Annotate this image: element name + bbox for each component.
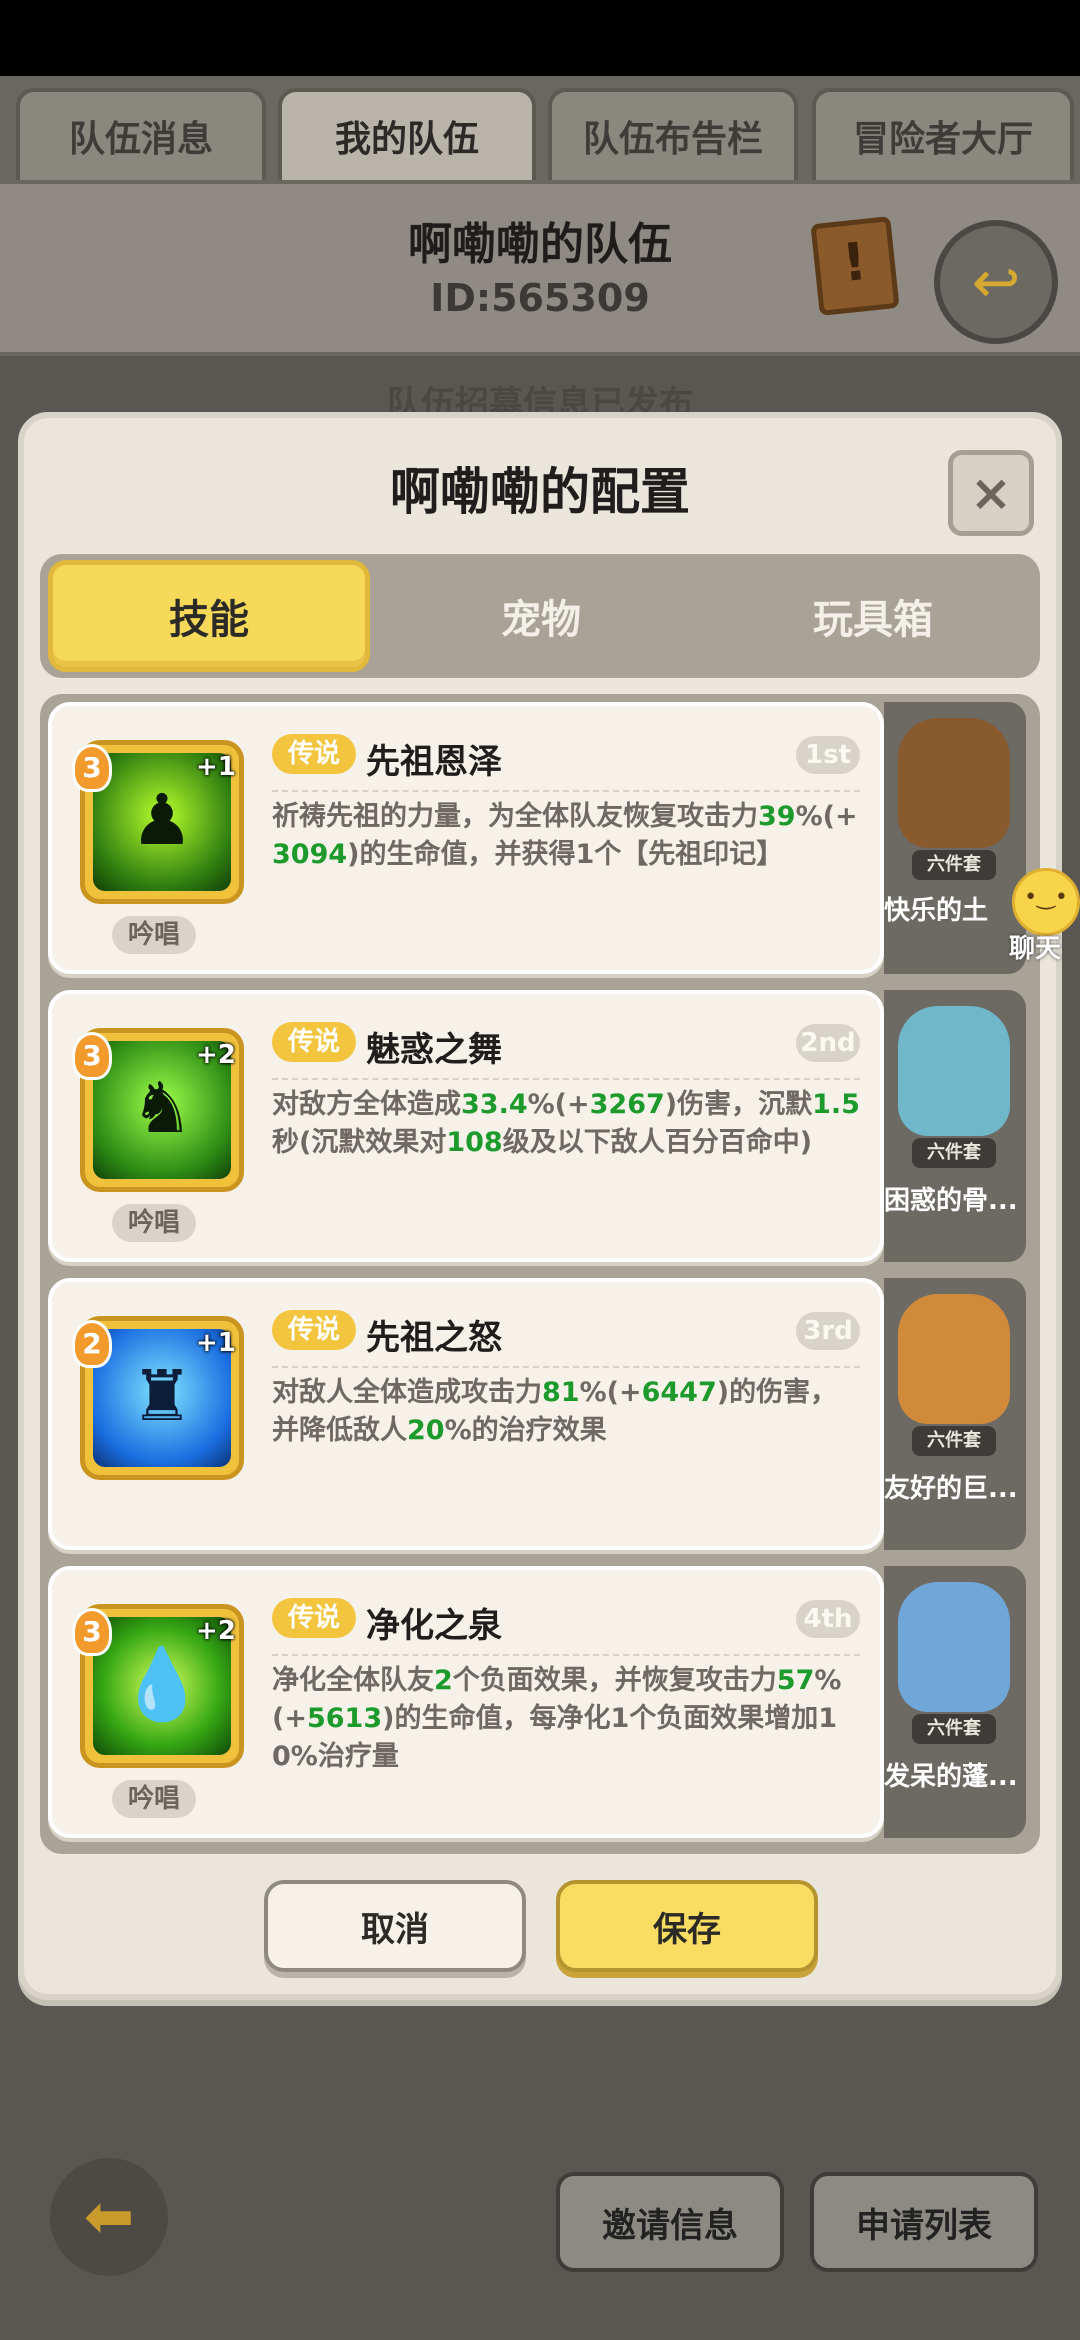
skill-name: 魅惑之舞 (366, 1030, 502, 1070)
chant-badge: 吟唱 (112, 1780, 196, 1818)
pet-name: 快乐的土 (884, 896, 989, 926)
pet-name: 发呆的蓬... (884, 1762, 1018, 1792)
skill-level-badge: 3 (72, 1032, 112, 1080)
back-arrow-icon[interactable]: ⬅ (50, 2158, 168, 2276)
pet-set-tag: 六件套 (912, 1138, 996, 1168)
skill-level-badge: 3 (72, 1608, 112, 1656)
skill-rank: 2nd (796, 1024, 860, 1062)
skill-name: 先祖恩泽 (366, 742, 502, 782)
tab-skills[interactable]: 技能 (48, 560, 370, 672)
pet-avatar (898, 1582, 1010, 1712)
invite-info-button[interactable]: 邀请信息 (556, 2172, 784, 2272)
skill-rank: 3rd (796, 1312, 860, 1350)
divider (272, 1366, 860, 1368)
team-title: 啊嘞嘞的队伍 (408, 219, 672, 270)
ancestor-wrath-icon: ♜ (130, 1355, 194, 1437)
divider (272, 790, 860, 792)
chant-badge: 吟唱 (112, 1204, 196, 1242)
tab-team-messages[interactable]: 队伍消息 (16, 88, 266, 180)
skill-description: 祈祷先祖的力量，为全体队友恢复攻击力39%(+3094)的生命值，并获得1个【先… (272, 801, 858, 870)
status-bar (0, 0, 1080, 76)
ancestor-blessing-icon: ♟ (130, 779, 194, 861)
pet-avatar (898, 1006, 1010, 1136)
cancel-button[interactable]: 取消 (264, 1880, 526, 1972)
skill-rank: 1st (796, 736, 860, 774)
skill-level-badge: 3 (72, 744, 112, 792)
tab-pets[interactable]: 宠物 (380, 560, 702, 672)
legend-tag: 传说 (272, 734, 356, 774)
return-icon[interactable] (934, 220, 1058, 344)
tab-my-team[interactable]: 我的队伍 (278, 88, 536, 180)
chant-badge: 吟唱 (112, 916, 196, 954)
pet-avatar (898, 1294, 1010, 1424)
close-button[interactable]: × (948, 450, 1034, 536)
pet-avatar (898, 718, 1010, 848)
modal-title: 啊嘞嘞的配置 (390, 463, 690, 521)
skill-description: 对敌人全体造成攻击力81%(+6447)的伤害，并降低敌人20%的治疗效果 (272, 1377, 838, 1446)
save-button[interactable]: 保存 (556, 1880, 818, 1972)
legend-tag: 传说 (272, 1022, 356, 1062)
divider (272, 1078, 860, 1080)
pet-card[interactable]: 六件套 发呆的蓬... (884, 1566, 1026, 1838)
pet-name: 困惑的骨... (884, 1186, 1018, 1216)
legend-tag: 传说 (272, 1598, 356, 1638)
team-id: ID:565309 (430, 276, 650, 320)
notice-scroll-icon[interactable] (810, 216, 900, 316)
pet-card[interactable]: 六件套 困惑的骨... (884, 990, 1026, 1262)
skill-description: 对敌方全体造成33.4%(+3267)伤害，沉默1.5秒(沉默效果对108级及以… (272, 1089, 860, 1158)
pet-card[interactable]: 六件套 友好的巨... (884, 1278, 1026, 1550)
chat-icon[interactable] (1012, 868, 1080, 936)
pet-name: 友好的巨... (884, 1474, 1018, 1504)
tab-toybox[interactable]: 玩具箱 (712, 560, 1034, 672)
tab-team-board[interactable]: 队伍布告栏 (548, 88, 798, 180)
pet-set-tag: 六件套 (912, 1714, 996, 1744)
skill-level-badge: 2 (72, 1320, 112, 1368)
pet-set-tag: 六件套 (912, 850, 996, 880)
divider (272, 1654, 860, 1656)
chat-label[interactable]: 聊天 (990, 928, 1080, 965)
apply-list-button[interactable]: 申请列表 (810, 2172, 1038, 2272)
tab-adventurer-hall[interactable]: 冒险者大厅 (812, 88, 1074, 180)
legend-tag: 传说 (272, 1310, 356, 1350)
skill-rank: 4th (796, 1600, 860, 1638)
pet-set-tag: 六件套 (912, 1426, 996, 1456)
charm-dance-icon: ♞ (130, 1067, 194, 1149)
skill-description: 净化全体队友2个负面效果，并恢复攻击力57%(+5613)的生命值，每净化1个负… (272, 1665, 842, 1772)
purify-spring-icon: 💧 (118, 1643, 206, 1725)
skill-name: 先祖之怒 (366, 1318, 502, 1358)
skill-name: 净化之泉 (366, 1606, 502, 1646)
